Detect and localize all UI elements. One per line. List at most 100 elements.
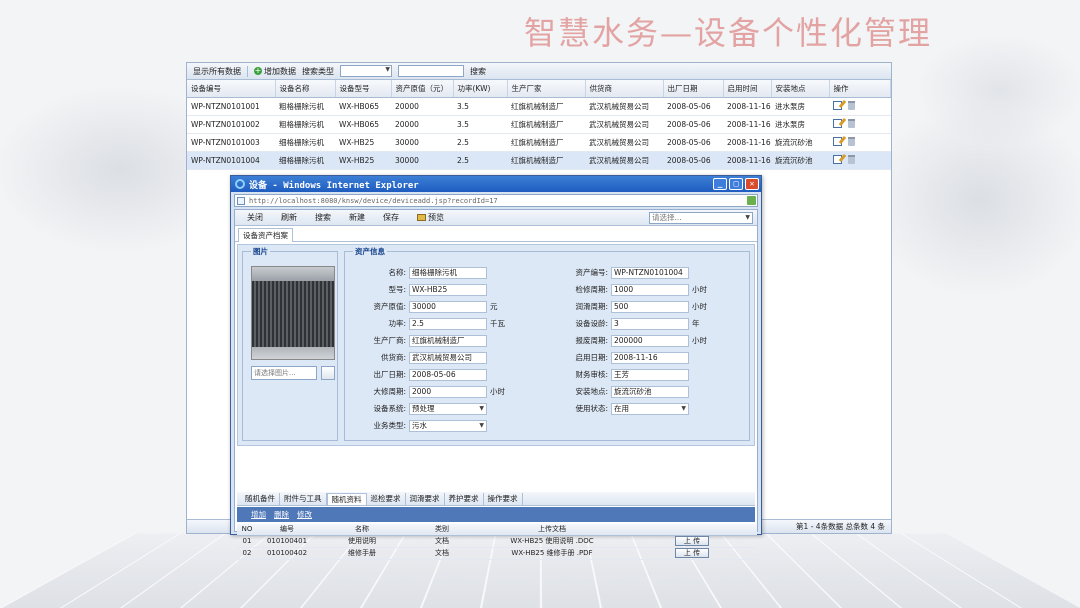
- trash-icon[interactable]: [848, 101, 855, 110]
- col-header[interactable]: 设备编号: [187, 80, 275, 97]
- tab-asset-archive[interactable]: 设备资产档案: [238, 228, 293, 242]
- cell: 02: [237, 547, 257, 559]
- window-title: 设备 - Windows Internet Explorer: [249, 178, 419, 191]
- chevron-down-icon: ▼: [385, 66, 390, 73]
- col-header[interactable]: 供货商: [585, 80, 663, 97]
- supplier-field[interactable]: 武汉机械贸易公司: [409, 352, 487, 364]
- enable-date-field[interactable]: 2008-11-16: [611, 352, 689, 364]
- trash-icon[interactable]: [848, 137, 855, 146]
- col-header[interactable]: 生产厂家: [507, 80, 585, 97]
- cell: 01: [237, 535, 257, 547]
- table-row[interactable]: WP-NTZN0101003 细格栅除污机 WX-HB25 30000 2.5 …: [187, 133, 891, 151]
- cell: 2008-05-06: [663, 151, 723, 169]
- col-header[interactable]: 资产原值（元）: [391, 80, 453, 97]
- factory-date-field[interactable]: 2008-05-06: [409, 369, 487, 381]
- cell: 文档: [407, 535, 477, 547]
- name-field[interactable]: 细格栅除污机: [409, 267, 487, 279]
- upload-button[interactable]: 上 传: [675, 548, 709, 558]
- col-header: NO: [237, 524, 257, 535]
- show-all-button[interactable]: 显示所有数据: [193, 66, 241, 77]
- add-data-button[interactable]: + 增加数据: [254, 66, 296, 77]
- inspection-cycle-field[interactable]: 1000: [611, 284, 689, 296]
- model-field[interactable]: WX-HB25: [409, 284, 487, 296]
- field-row: 设备系统: 预处理 ▼: [349, 402, 487, 415]
- table-row[interactable]: WP-NTZN0101001 粗格栅除污机 WX-HB065 20000 3.5…: [187, 97, 891, 115]
- tab-lubrication[interactable]: 润滑要求: [406, 493, 445, 505]
- delete-attachment-link[interactable]: 删除: [274, 509, 289, 520]
- upload-button[interactable]: 上 传: [675, 536, 709, 546]
- col-header: 类别: [407, 524, 477, 535]
- business-type-select[interactable]: 污水 ▼: [409, 420, 487, 432]
- col-header[interactable]: 设备型号: [335, 80, 391, 97]
- close-window-button[interactable]: ✕: [745, 178, 759, 190]
- field-label: 大修周期:: [349, 386, 409, 397]
- minimize-button[interactable]: _: [713, 178, 727, 190]
- toolbar-select[interactable]: 请选择... ▼: [649, 212, 753, 224]
- device-system-select[interactable]: 预处理 ▼: [409, 403, 487, 415]
- table-row-selected[interactable]: WP-NTZN0101004 细格栅除污机 WX-HB25 30000 2.5 …: [187, 151, 891, 169]
- tab-spare-parts[interactable]: 随机备件: [241, 493, 280, 505]
- col-header[interactable]: 安装地点: [771, 80, 829, 97]
- usage-status-select[interactable]: 在用 ▼: [611, 403, 689, 415]
- tab-documents[interactable]: 随机资料: [327, 493, 367, 505]
- lubrication-cycle-field[interactable]: 500: [611, 301, 689, 313]
- search-type-select[interactable]: ▼: [340, 65, 392, 77]
- new-button[interactable]: 新建: [349, 212, 365, 223]
- edit-icon[interactable]: [833, 137, 842, 146]
- close-button[interactable]: 关闭: [247, 212, 263, 223]
- table-row[interactable]: 01 010100401 使用说明 文档 WX-HB25 使用说明 .DOC 上…: [237, 535, 757, 547]
- field-unit: 小时: [487, 386, 505, 397]
- search-button[interactable]: 搜索: [470, 66, 486, 77]
- field-row: 大修周期: 2000 小时: [349, 385, 505, 398]
- asset-value-field[interactable]: 30000: [409, 301, 487, 313]
- power-field[interactable]: 2.5: [409, 318, 487, 330]
- edit-icon[interactable]: [833, 101, 842, 110]
- trash-icon[interactable]: [848, 155, 855, 164]
- add-attachment-link[interactable]: 增加: [251, 509, 266, 520]
- cell: 2008-05-06: [663, 133, 723, 151]
- browse-photo-button[interactable]: [321, 366, 335, 380]
- search-input[interactable]: [398, 65, 464, 77]
- col-header[interactable]: 功率(KW): [453, 80, 507, 97]
- maximize-button[interactable]: □: [729, 178, 743, 190]
- search-button[interactable]: 搜索: [315, 212, 331, 223]
- col-header[interactable]: 启用时间: [723, 80, 771, 97]
- asset-number-field[interactable]: WP-NTZN0101004: [611, 267, 689, 279]
- manufacturer-field[interactable]: 红旗机械制造厂: [409, 335, 487, 347]
- install-location-field[interactable]: 旋流沉砂池: [611, 386, 689, 398]
- col-header[interactable]: 操作: [829, 80, 891, 97]
- tab-accessories-tools[interactable]: 附件与工具: [280, 493, 327, 505]
- edit-icon[interactable]: [833, 155, 842, 164]
- field-label: 出厂日期:: [349, 369, 409, 380]
- col-header[interactable]: 设备名称: [275, 80, 335, 97]
- field-row: 名称: 细格栅除污机: [349, 266, 487, 279]
- overhaul-cycle-field[interactable]: 2000: [409, 386, 487, 398]
- refresh-button[interactable]: 刷新: [281, 212, 297, 223]
- add-data-label: 增加数据: [264, 66, 296, 77]
- table-row[interactable]: WP-NTZN0101002 粗格栅除污机 WX-HB065 20000 3.5…: [187, 115, 891, 133]
- table-row[interactable]: 02 010100402 维修手册 文档 WX-HB25 维修手册 .PDF 上…: [237, 547, 757, 559]
- finance-review-field[interactable]: 王芳: [611, 369, 689, 381]
- save-button[interactable]: 保存: [383, 212, 399, 223]
- photo-path-input[interactable]: 请选择图片...: [251, 366, 317, 380]
- cell: 文档: [407, 547, 477, 559]
- tab-inspection[interactable]: 巡检要求: [367, 493, 406, 505]
- device-age-field[interactable]: 3: [611, 318, 689, 330]
- tab-maintenance[interactable]: 养护要求: [445, 493, 484, 505]
- address-bar[interactable]: http://localhost:8080/knsw/device/device…: [234, 194, 758, 207]
- edit-icon[interactable]: [833, 119, 842, 128]
- preview-button[interactable]: 预览: [417, 212, 444, 223]
- modify-attachment-link[interactable]: 修改: [297, 509, 312, 520]
- window-titlebar[interactable]: 设备 - Windows Internet Explorer _ □ ✕: [231, 176, 761, 192]
- col-header[interactable]: 出厂日期: [663, 80, 723, 97]
- cell: 细格栅除污机: [275, 133, 335, 151]
- record-count: 第1 - 4条数据 总条数 4 条: [796, 521, 885, 532]
- cell: 2.5: [453, 151, 507, 169]
- cell: 红旗机械制造厂: [507, 133, 585, 151]
- field-unit: 小时: [689, 335, 707, 346]
- tab-operation[interactable]: 操作要求: [484, 493, 523, 505]
- scrap-cycle-field[interactable]: 200000: [611, 335, 689, 347]
- go-icon[interactable]: [747, 196, 756, 205]
- sub-tab-strip: 随机备件 附件与工具 随机资料 巡检要求 润滑要求 养护要求 操作要求: [237, 492, 755, 506]
- trash-icon[interactable]: [848, 119, 855, 128]
